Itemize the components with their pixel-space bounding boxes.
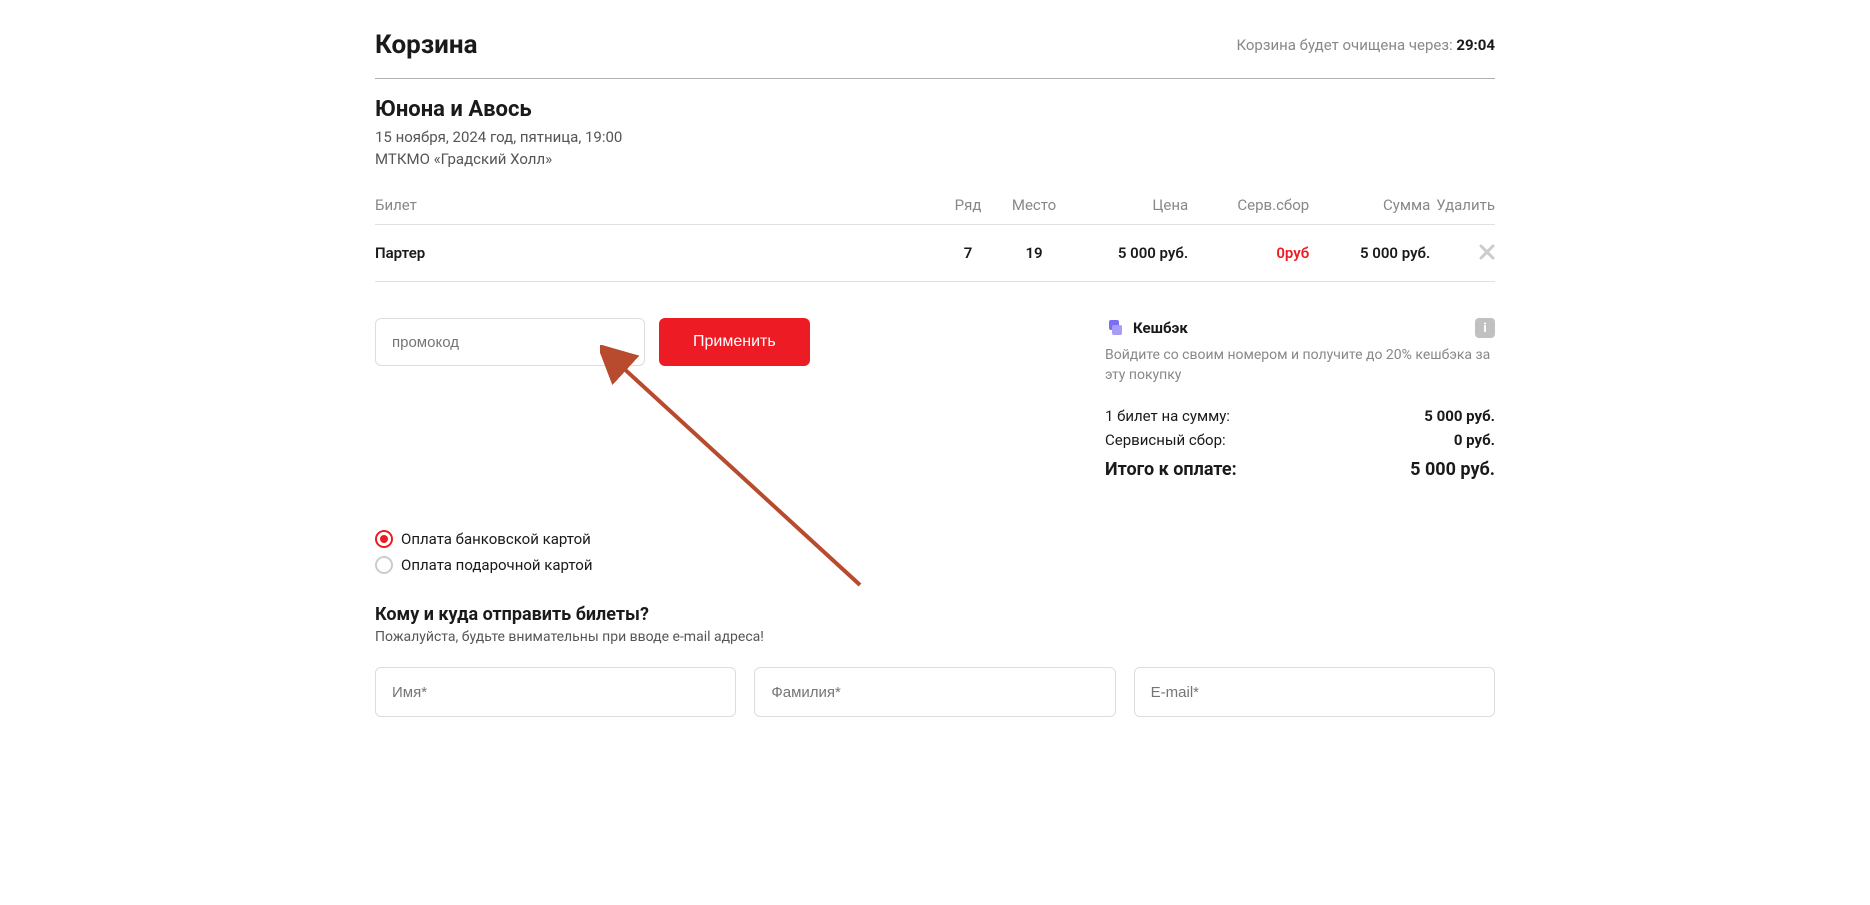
promo-input[interactable] <box>375 318 645 366</box>
event-date: 15 ноября, 2024 год, пятница, 19:00 <box>375 128 1495 146</box>
payment-gift-radio[interactable]: Оплата подарочной картой <box>375 556 1495 574</box>
header-row: Корзина Корзина будет очищена через: 29:… <box>375 30 1495 79</box>
form-row <box>375 667 1495 717</box>
th-delete: Удалить <box>1430 186 1495 225</box>
delivery-subtitle: Пожалуйста, будьте внимательны при вводе… <box>375 629 1495 645</box>
delivery-title: Кому и куда отправить билеты? <box>375 604 1495 625</box>
event-block: Юнона и Авось 15 ноября, 2024 год, пятни… <box>375 97 1495 168</box>
promo-row: Применить <box>375 318 1065 480</box>
cell-price: 5 000 руб. <box>1067 225 1188 282</box>
th-fee: Серв.сбор <box>1188 186 1309 225</box>
close-icon <box>1479 244 1495 260</box>
cashback-desc: Войдите со своим номером и получите до 2… <box>1105 346 1495 385</box>
cell-sum: 5 000 руб. <box>1309 225 1430 282</box>
tickets-count-label: 1 билет на сумму: <box>1105 407 1230 425</box>
event-title: Юнона и Авось <box>375 97 1495 122</box>
cashback-label: Кешбэк <box>1133 319 1188 337</box>
total-label: Итого к оплате: <box>1105 459 1237 480</box>
th-row: Ряд <box>935 186 1001 225</box>
payment-gift-label: Оплата подарочной картой <box>401 556 593 574</box>
total-value: 5 000 руб. <box>1410 459 1495 480</box>
cell-seat: 19 <box>1001 225 1067 282</box>
payment-options: Оплата банковской картой Оплата подарочн… <box>375 530 1495 574</box>
cashback-icon <box>1105 318 1125 338</box>
cell-ticket: Партер <box>375 225 935 282</box>
th-price: Цена <box>1067 186 1188 225</box>
page-title: Корзина <box>375 30 477 60</box>
payment-card-radio[interactable]: Оплата банковской картой <box>375 530 1495 548</box>
cell-row: 7 <box>935 225 1001 282</box>
summary-block: Кешбэк i Войдите со своим номером и полу… <box>1105 318 1495 480</box>
table-row: Партер 7 19 5 000 руб. 0руб 5 000 руб. <box>375 225 1495 282</box>
th-sum: Сумма <box>1309 186 1430 225</box>
tickets-count-value: 5 000 руб. <box>1424 407 1495 425</box>
name-input[interactable] <box>375 667 736 717</box>
surname-input[interactable] <box>754 667 1115 717</box>
cell-fee: 0руб <box>1188 225 1309 282</box>
timer-value: 29:04 <box>1456 36 1495 54</box>
th-ticket: Билет <box>375 186 935 225</box>
info-icon[interactable]: i <box>1475 318 1495 338</box>
radio-icon <box>375 530 393 548</box>
service-fee-label: Сервисный сбор: <box>1105 431 1226 449</box>
apply-button[interactable]: Применить <box>659 318 810 366</box>
th-seat: Место <box>1001 186 1067 225</box>
radio-icon <box>375 556 393 574</box>
email-input[interactable] <box>1134 667 1495 717</box>
event-venue: МТКМО «Градский Холл» <box>375 150 1495 168</box>
payment-card-label: Оплата банковской картой <box>401 530 591 548</box>
tickets-table: Билет Ряд Место Цена Серв.сбор Сумма Уда… <box>375 186 1495 282</box>
timer-text: Корзина будет очищена через: 29:04 <box>1236 36 1495 54</box>
timer-label: Корзина будет очищена через: <box>1236 36 1452 54</box>
service-fee-value: 0 руб. <box>1454 431 1495 449</box>
delete-button[interactable] <box>1479 241 1495 265</box>
